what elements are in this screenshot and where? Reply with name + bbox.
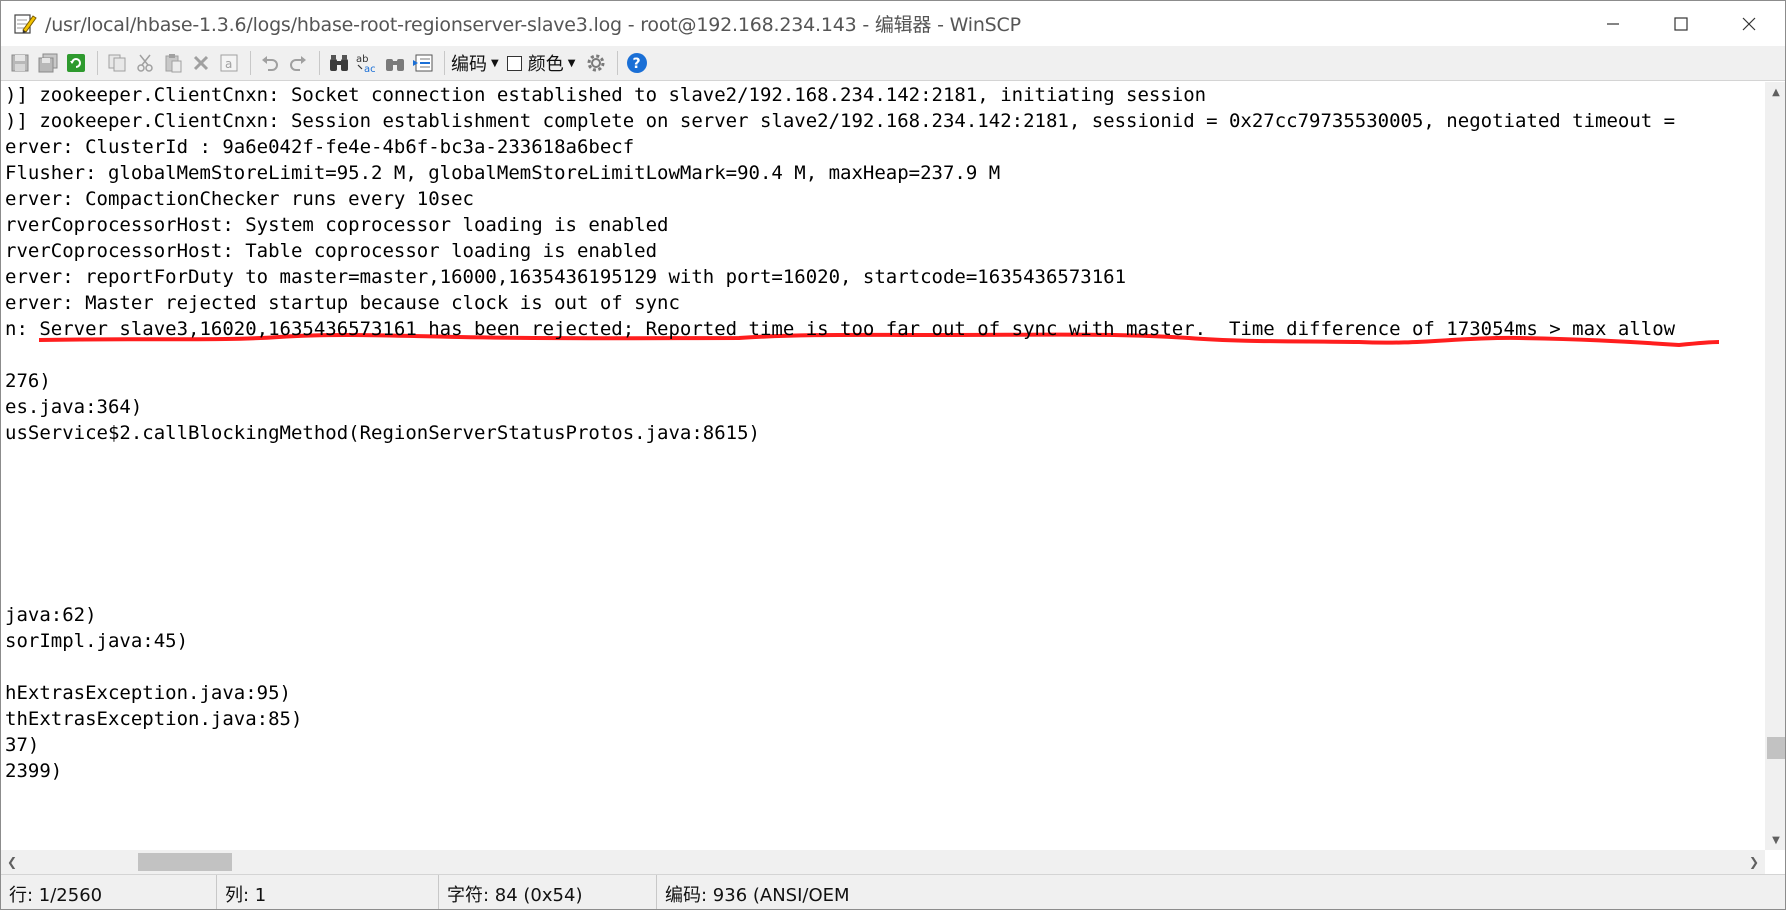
maximize-button[interactable] [1649,1,1713,46]
preferences-button[interactable] [583,50,609,76]
scroll-right-icon[interactable]: ❯ [1743,850,1765,874]
help-question-icon: ? [627,53,648,73]
undo-icon [262,56,278,71]
title-bar[interactable]: /usr/local/hbase-1.3.6/logs/hbase-root-r… [1,1,1785,46]
reload-button[interactable] [63,50,89,76]
log-line: n: Server slave3,16020,1635436573161 has… [5,318,1676,340]
select-all-button[interactable]: a [216,50,242,76]
copy-icon [108,54,126,72]
paste-button[interactable] [160,50,186,76]
vertical-scrollbar[interactable]: ▲ ▼ [1765,82,1785,850]
status-column: 列: 1 [217,875,439,909]
redo-button[interactable] [285,50,311,76]
log-line: java:62) [5,604,97,626]
log-line: erver: Master rejected startup because c… [5,292,680,314]
svg-text:?: ? [633,56,641,72]
log-line: 37) [5,734,40,756]
log-line: erver: ClusterId : 9a6e042f-fe4e-4b6f-bc… [5,136,635,158]
replace-ab-ac-icon: abac [356,54,376,74]
toolbar: a ab ac 编码 ▼ 颜色 ▼ ? [1,46,1785,81]
horizontal-scroll-thumb[interactable] [138,853,232,871]
log-line: Flusher: globalMemStoreLimit=95.2 M, glo… [5,162,1001,184]
log-line: hExtrasException.java:95) [5,682,291,704]
close-button[interactable] [1717,1,1781,46]
replace-button[interactable]: ab ac [354,50,380,76]
log-line: )] zookeeper.ClientCnxn: Socket connecti… [5,84,1207,106]
paste-icon [165,54,182,73]
close-icon [1742,17,1756,30]
log-line: thExtrasException.java:85) [5,708,303,730]
status-line: 行: 1/2560 [1,875,217,909]
save-all-icon [38,53,58,73]
status-char: 字符: 84 (0x54) [439,875,657,909]
reload-icon [67,54,85,72]
find-button[interactable] [326,50,352,76]
editor-window: /usr/local/hbase-1.3.6/logs/hbase-root-r… [0,0,1786,910]
cut-button[interactable] [132,50,158,76]
horizontal-scrollbar[interactable]: ❮ ❯ [1,850,1765,874]
log-line: 276) [5,370,51,392]
log-line: sorImpl.java:45) [5,630,189,652]
toolbar-separator [97,51,98,75]
redo-icon [290,56,306,71]
minimize-button[interactable] [1581,1,1645,46]
notepad-pencil-icon [13,12,37,36]
delete-x-icon [193,55,209,71]
scroll-up-icon[interactable]: ▲ [1765,82,1785,102]
gear-icon [587,54,605,72]
status-bar: 行: 1/2560 列: 1 字符: 84 (0x54) 编码: 936 (AN… [1,874,1785,909]
goto-line-button[interactable] [410,50,436,76]
copy-button[interactable] [104,50,130,76]
delete-button[interactable] [188,50,214,76]
find-next-button[interactable] [382,50,408,76]
select-all-icon: a [220,54,238,72]
chevron-down-icon: ▼ [491,57,499,69]
encoding-dropdown[interactable]: 编码 ▼ [451,50,499,76]
log-line: es.java:364) [5,396,143,418]
svg-text:a: a [225,57,232,71]
svg-text:ac: ac [364,64,376,74]
maximize-icon [1674,16,1688,31]
log-line: erver: reportForDuty to master=master,16… [5,266,1127,288]
scroll-down-icon[interactable]: ▼ [1765,830,1785,850]
text-editor[interactable]: )] zookeeper.ClientCnxn: Socket connecti… [1,82,1765,850]
vertical-scroll-thumb[interactable] [1767,737,1785,759]
log-line: )] zookeeper.ClientCnxn: Session establi… [5,110,1676,132]
color-checkbox[interactable] [506,55,522,71]
log-line: rverCoprocessorHost: Table coprocessor l… [5,240,658,262]
status-encoding: 编码: 936 (ANSI/OEM [665,884,850,906]
log-line: rverCoprocessorHost: System coprocessor … [5,214,669,236]
binoculars-next-icon [386,59,404,71]
color-label: 颜色 [527,54,564,75]
minimize-icon [1607,22,1619,25]
undo-button[interactable] [257,50,283,76]
toolbar-separator [617,51,619,75]
save-all-button[interactable] [35,50,61,76]
binoculars-icon [330,55,348,71]
scissors-icon [137,54,153,72]
toolbar-separator [250,51,251,75]
encoding-label: 编码 [451,54,487,75]
save-button[interactable] [7,50,33,76]
chevron-down-icon: ▼ [567,57,576,69]
scroll-left-icon[interactable]: ❮ [1,850,23,874]
color-dropdown[interactable]: 颜色 ▼ [506,50,576,76]
help-button[interactable]: ? [624,50,650,76]
toolbar-separator [444,51,445,75]
goto-line-icon [413,54,433,72]
toolbar-separator [319,51,320,75]
save-icon [11,54,29,72]
log-line: usService$2.callBlockingMethod(RegionSer… [5,422,760,444]
window-title: /usr/local/hbase-1.3.6/logs/hbase-root-r… [45,14,1021,36]
log-line: 2399) [5,760,63,782]
log-line: erver: CompactionChecker runs every 10se… [5,188,474,210]
